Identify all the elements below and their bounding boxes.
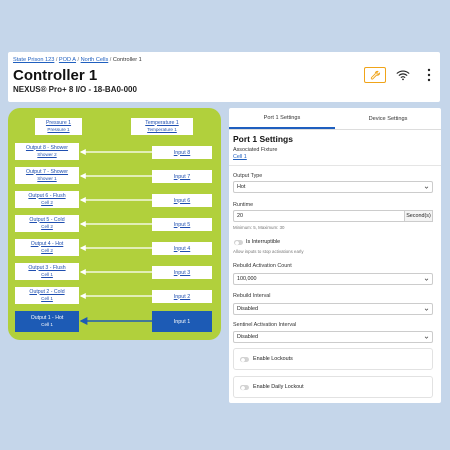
chevron-down-icon bbox=[424, 308, 429, 311]
input-6[interactable]: Input 6 bbox=[152, 194, 212, 207]
output-fixture: Shower 1 bbox=[37, 175, 57, 181]
daily-lockout-label: Enable Daily Lockout bbox=[253, 384, 304, 390]
wrench-icon bbox=[370, 70, 380, 80]
rebuild-count-value: 100,000 bbox=[237, 276, 257, 282]
output-6[interactable]: Output 6 - Flush Cell 2 bbox=[15, 191, 79, 208]
interruptible-label: Is Interruptible bbox=[246, 239, 281, 245]
interruptible-hint: Allow inputs to stop activations early bbox=[233, 249, 304, 254]
fixture-label: Associated Fixture bbox=[233, 147, 278, 153]
controller-diagram: Pressure 1 Pressure 1 Temperature 1 Temp… bbox=[8, 108, 221, 340]
breadcrumb-separator: / bbox=[77, 57, 80, 63]
sensor-sublabel: Temperature 1 bbox=[147, 126, 177, 132]
runtime-input[interactable]: 20 bbox=[233, 210, 405, 222]
settings-wrench-button[interactable] bbox=[364, 67, 386, 83]
output-fixture: Cell 2 bbox=[41, 247, 53, 253]
runtime-label: Runtime bbox=[233, 202, 254, 208]
output-label: Output 7 - Shower bbox=[25, 168, 69, 175]
rebuild-count-select[interactable]: 100,000 bbox=[233, 273, 433, 285]
sentinel-label: Sentinel Activation Interval bbox=[233, 322, 297, 328]
output-label: Output 3 - Flush bbox=[28, 264, 66, 271]
chevron-down-icon bbox=[424, 278, 429, 281]
output-fixture: Cell 1 bbox=[41, 295, 53, 301]
output-fixture: Cell 1 bbox=[41, 271, 53, 277]
page-title: Controller 1 bbox=[13, 67, 98, 84]
sensor-temperature[interactable]: Temperature 1 Temperature 1 bbox=[131, 118, 193, 135]
tab-device-settings[interactable]: Device Settings bbox=[335, 108, 441, 129]
input-3[interactable]: Input 3 bbox=[152, 266, 212, 279]
breadcrumb-separator: / bbox=[109, 57, 112, 63]
sensor-label: Temperature 1 bbox=[145, 119, 179, 126]
lockouts-label: Enable Lockouts bbox=[253, 356, 293, 362]
output-type-select[interactable]: Hot bbox=[233, 181, 433, 193]
divider bbox=[229, 165, 441, 166]
input-2[interactable]: Input 2 bbox=[152, 290, 212, 303]
lockouts-card: Enable Lockouts bbox=[233, 348, 433, 370]
output-fixture: Cell 2 bbox=[41, 223, 53, 229]
sensor-pressure[interactable]: Pressure 1 Pressure 1 bbox=[35, 118, 82, 135]
sentinel-value: Disabled bbox=[237, 334, 258, 340]
breadcrumb-link-site[interactable]: State Prison 123 bbox=[13, 57, 54, 63]
interruptible-toggle[interactable] bbox=[234, 240, 243, 245]
output-label: Output 8 - Shower bbox=[25, 144, 69, 151]
lockouts-toggle[interactable] bbox=[240, 357, 249, 362]
output-fixture: Cell 1 bbox=[41, 321, 53, 327]
output-3[interactable]: Output 3 - Flush Cell 1 bbox=[15, 263, 79, 280]
page-header: State Prison 123/POD A / North Cells / Contr… bbox=[8, 52, 440, 102]
output-fixture: Cell 2 bbox=[41, 199, 53, 205]
rebuild-interval-value: Disabled bbox=[237, 306, 258, 312]
breadcrumb-link-cells[interactable]: North Cells bbox=[81, 57, 109, 63]
output-8[interactable]: Output 8 - Shower Shower 2 bbox=[15, 143, 79, 160]
panel-title: Port 1 Settings bbox=[233, 134, 293, 144]
output-4[interactable]: Output 4 - Hot Cell 2 bbox=[15, 239, 79, 256]
output-label: Output 1 - Hot bbox=[30, 314, 64, 321]
port-settings-panel: Port 1 Settings Device Settings Port 1 S… bbox=[229, 108, 441, 403]
input-8[interactable]: Input 8 bbox=[152, 146, 212, 159]
daily-lockout-toggle[interactable] bbox=[240, 385, 249, 390]
sensor-sublabel: Pressure 1 bbox=[47, 126, 70, 132]
output-5[interactable]: Output 5 - Cold Cell 2 bbox=[15, 215, 79, 232]
device-model: NEXUS® Pro+ 8 I/O - 18-BA0-000 bbox=[13, 85, 137, 94]
rebuild-interval-select[interactable]: Disabled bbox=[233, 303, 433, 315]
input-1[interactable]: Input 1 bbox=[152, 311, 212, 332]
input-7[interactable]: Input 7 bbox=[152, 170, 212, 183]
breadcrumb-current: Controller 1 bbox=[112, 57, 142, 63]
output-type-label: Output Type bbox=[233, 173, 263, 179]
breadcrumb: State Prison 123/POD A / North Cells / Contr… bbox=[13, 57, 142, 63]
input-5[interactable]: Input 5 bbox=[152, 218, 212, 231]
rebuild-interval-label: Rebuild Interval bbox=[233, 293, 271, 299]
runtime-hint: Minimum: 5, Maximum: 30 bbox=[233, 225, 285, 230]
tab-port-settings[interactable]: Port 1 Settings bbox=[229, 108, 335, 129]
output-label: Output 6 - Flush bbox=[28, 192, 66, 199]
sensor-label: Pressure 1 bbox=[45, 119, 72, 126]
output-2[interactable]: Output 2 - Cold Cell 1 bbox=[15, 287, 79, 304]
breadcrumb-separator: / bbox=[55, 57, 58, 63]
output-label: Output 2 - Cold bbox=[29, 288, 65, 295]
runtime-unit: Second(s) bbox=[405, 210, 433, 222]
output-1[interactable]: Output 1 - Hot Cell 1 bbox=[15, 311, 79, 332]
daily-lockout-card: Enable Daily Lockout bbox=[233, 376, 433, 398]
chevron-down-icon bbox=[424, 336, 429, 339]
more-vertical-icon[interactable] bbox=[426, 68, 432, 82]
sentinel-select[interactable]: Disabled bbox=[233, 331, 433, 343]
output-type-value: Hot bbox=[237, 184, 246, 190]
wifi-icon[interactable] bbox=[396, 68, 410, 82]
output-7[interactable]: Output 7 - Shower Shower 1 bbox=[15, 167, 79, 184]
chevron-down-icon bbox=[424, 186, 429, 189]
rebuild-count-label: Rebuild Activation Count bbox=[233, 263, 292, 269]
breadcrumb-link-pod[interactable]: POD A bbox=[59, 57, 76, 63]
settings-tabs: Port 1 Settings Device Settings bbox=[229, 108, 441, 130]
input-4[interactable]: Input 4 bbox=[152, 242, 212, 255]
output-label: Output 5 - Cold bbox=[29, 216, 65, 223]
output-label: Output 4 - Hot bbox=[30, 240, 64, 247]
fixture-link[interactable]: Cell 1 bbox=[233, 154, 247, 160]
output-fixture: Shower 2 bbox=[37, 151, 57, 157]
